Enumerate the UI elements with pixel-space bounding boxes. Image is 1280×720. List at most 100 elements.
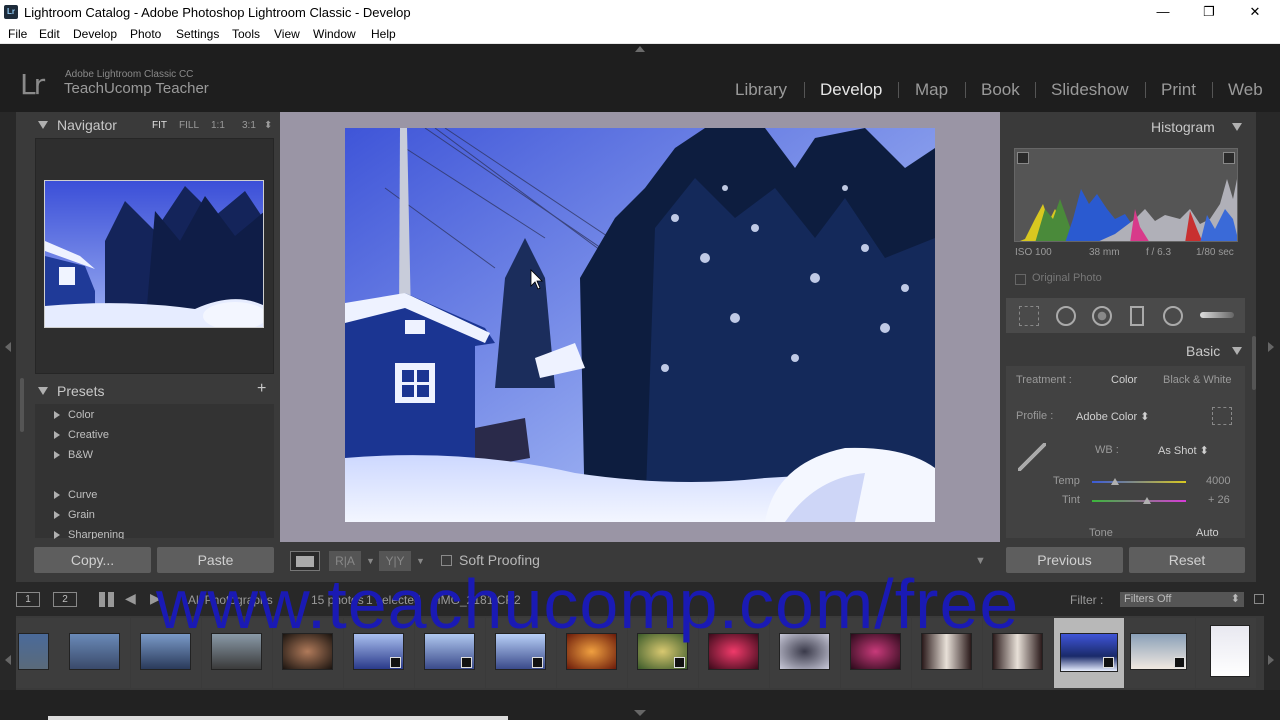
preset-group-curve[interactable]: Curve xyxy=(68,489,97,501)
temp-slider[interactable] xyxy=(1092,481,1186,483)
tint-label: Tint xyxy=(1062,494,1080,506)
profile-dropdown[interactable]: Adobe Color ⬍ xyxy=(1076,410,1149,423)
zoom-fit[interactable]: FIT xyxy=(152,120,167,131)
expand-icon[interactable] xyxy=(54,411,60,419)
module-print[interactable]: Print xyxy=(1161,80,1196,100)
module-separator xyxy=(1145,82,1146,98)
white-balance-eyedropper-icon[interactable] xyxy=(1018,443,1046,471)
crop-tool-icon[interactable] xyxy=(1019,306,1039,326)
expand-icon[interactable] xyxy=(54,491,60,499)
preset-group-color[interactable]: Color xyxy=(68,409,94,421)
basic-collapse-icon[interactable] xyxy=(1232,347,1242,355)
expand-icon[interactable] xyxy=(54,451,60,459)
preset-group-sharpening[interactable]: Sharpening xyxy=(68,529,124,539)
collapse-filmstrip-icon[interactable] xyxy=(634,710,646,716)
user-name: TeachUcomp Teacher xyxy=(64,80,209,97)
module-separator xyxy=(1035,82,1036,98)
treatment-bw-option[interactable]: Black & White xyxy=(1163,374,1231,386)
menu-settings[interactable]: Settings xyxy=(176,27,219,41)
temp-value[interactable]: 4000 xyxy=(1206,475,1230,487)
menu-file[interactable]: File xyxy=(8,27,27,41)
menu-tools[interactable]: Tools xyxy=(232,27,260,41)
filmstrip-thumbnail[interactable] xyxy=(69,633,120,670)
module-slideshow[interactable]: Slideshow xyxy=(1051,80,1129,100)
histogram-collapse-icon[interactable] xyxy=(1232,123,1242,131)
close-button[interactable]: ✕ xyxy=(1232,0,1278,24)
spot-removal-icon[interactable] xyxy=(1056,306,1076,326)
menu-window[interactable]: Window xyxy=(313,27,356,41)
radial-filter-icon[interactable] xyxy=(1163,306,1183,326)
main-window-button[interactable]: 1 xyxy=(16,592,40,607)
navigator-collapse-icon[interactable] xyxy=(38,121,48,129)
highlight-clipping-icon[interactable] xyxy=(1223,152,1235,164)
tone-auto-button[interactable]: Auto xyxy=(1196,527,1219,539)
module-map[interactable]: Map xyxy=(915,80,948,100)
wb-dropdown[interactable]: As Shot ⬍ xyxy=(1158,444,1209,457)
preset-group-bw[interactable]: B&W xyxy=(68,449,93,461)
presets-collapse-icon[interactable] xyxy=(38,387,48,395)
grid-view-icon[interactable] xyxy=(99,592,114,607)
preset-group-grain[interactable]: Grain xyxy=(68,509,95,521)
zoom-dropdown-icon[interactable]: ⬍ xyxy=(264,120,272,131)
main-photo[interactable] xyxy=(345,128,935,522)
back-arrow-icon[interactable]: ◀ xyxy=(125,590,136,607)
treatment-color-option[interactable]: Color xyxy=(1111,374,1137,386)
filmstrip-thumbnail[interactable] xyxy=(1210,625,1250,677)
basic-title[interactable]: Basic xyxy=(1186,343,1220,359)
filmstrip-scroll-right-icon[interactable] xyxy=(1268,655,1274,665)
previous-button[interactable]: Previous xyxy=(1006,547,1123,573)
histogram-graph[interactable] xyxy=(1014,148,1238,242)
add-preset-icon[interactable]: + xyxy=(257,380,266,398)
tone-label: Tone xyxy=(1089,527,1113,539)
profile-browser-icon[interactable] xyxy=(1212,407,1232,425)
maximize-button[interactable]: ❐ xyxy=(1186,0,1232,24)
right-panel-scrollbar[interactable] xyxy=(1252,336,1256,390)
filter-dropdown[interactable]: Filters Off ⬍ xyxy=(1120,592,1244,607)
expand-icon[interactable] xyxy=(54,531,60,539)
expand-icon[interactable] xyxy=(54,511,60,519)
collapse-left-panel-icon[interactable] xyxy=(5,342,11,352)
tint-slider[interactable] xyxy=(1092,500,1186,502)
histogram-title[interactable]: Histogram xyxy=(1151,119,1215,135)
original-photo-checkbox[interactable] xyxy=(1015,274,1026,285)
module-web[interactable]: Web xyxy=(1228,80,1263,100)
menu-view[interactable]: View xyxy=(274,27,300,41)
menu-help[interactable]: Help xyxy=(371,27,396,41)
module-library[interactable]: Library xyxy=(735,80,787,100)
presets-title[interactable]: Presets xyxy=(57,383,104,399)
temp-slider-knob[interactable] xyxy=(1110,478,1119,485)
filmstrip-thumbnail[interactable] xyxy=(18,633,49,670)
copy-settings-button[interactable]: Copy... xyxy=(34,547,151,573)
menu-edit[interactable]: Edit xyxy=(39,27,60,41)
zoom-1to1[interactable]: 1:1 xyxy=(211,120,225,131)
red-eye-icon[interactable] xyxy=(1092,306,1112,326)
second-window-button[interactable]: 2 xyxy=(53,592,77,607)
menu-develop[interactable]: Develop xyxy=(73,27,117,41)
collapse-right-panel-icon[interactable] xyxy=(1268,342,1274,352)
expand-icon[interactable] xyxy=(54,431,60,439)
preset-group-creative[interactable]: Creative xyxy=(68,429,109,441)
menu-photo[interactable]: Photo xyxy=(130,27,161,41)
graduated-filter-icon[interactable] xyxy=(1130,306,1144,326)
adjustment-brush-icon[interactable] xyxy=(1200,312,1234,318)
edited-badge-icon xyxy=(461,657,472,668)
left-panel-scrollbar[interactable] xyxy=(20,378,24,432)
collapse-top-panel-icon[interactable] xyxy=(635,46,645,52)
original-photo-label[interactable]: Original Photo xyxy=(1032,272,1102,284)
treatment-label: Treatment : xyxy=(1016,374,1072,386)
module-book[interactable]: Book xyxy=(981,80,1020,100)
filter-lock-icon[interactable] xyxy=(1254,594,1264,604)
shadow-clipping-icon[interactable] xyxy=(1017,152,1029,164)
filmstrip-scroll-left-icon[interactable] xyxy=(5,655,11,665)
navigator-thumbnail[interactable] xyxy=(44,180,264,328)
zoom-3to1[interactable]: 3:1 xyxy=(242,120,256,131)
tint-value[interactable]: + 26 xyxy=(1208,494,1230,506)
minimize-button[interactable]: — xyxy=(1140,0,1186,24)
zoom-fill[interactable]: FILL xyxy=(179,120,199,131)
module-develop[interactable]: Develop xyxy=(820,80,882,100)
module-separator xyxy=(1212,82,1213,98)
tint-slider-knob[interactable] xyxy=(1142,497,1151,504)
product-name: Adobe Lightroom Classic CC xyxy=(65,69,194,80)
navigator-title[interactable]: Navigator xyxy=(57,117,117,133)
reset-button[interactable]: Reset xyxy=(1129,547,1245,573)
